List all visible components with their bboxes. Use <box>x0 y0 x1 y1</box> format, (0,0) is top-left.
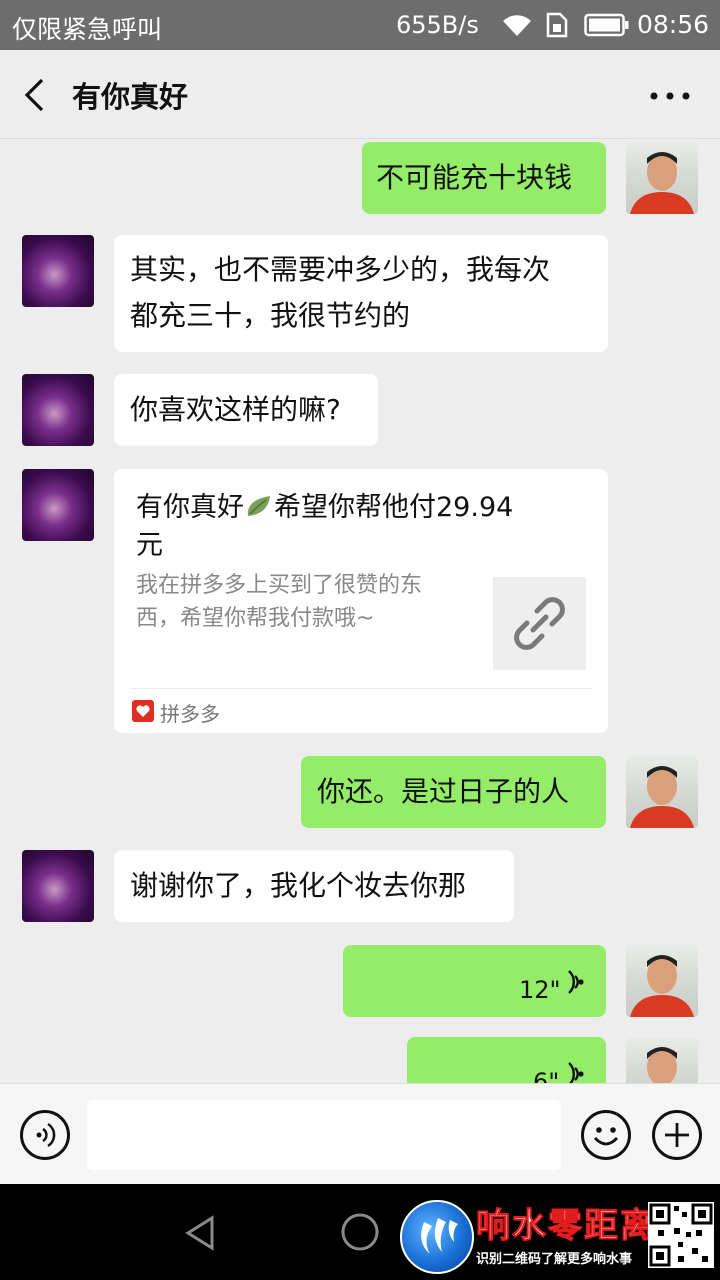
message-bubble-received[interactable]: 其实，也不需要冲多少的，我每次 都充三十，我很节约的 <box>114 235 608 352</box>
back-triangle-icon[interactable] <box>182 1214 218 1252</box>
plus-icon[interactable] <box>652 1110 702 1160</box>
message-bubble-received[interactable]: 谢谢你了，我化个妆去你那 <box>114 850 514 922</box>
wifi-icon <box>503 15 531 37</box>
card-divider <box>130 688 592 689</box>
contact-avatar[interactable] <box>22 374 94 446</box>
watermark-title: 响水零距离 <box>476 1206 656 1247</box>
contact-avatar[interactable] <box>22 850 94 922</box>
chat-header: 有你真好 <box>0 50 720 139</box>
message-bubble-sent[interactable]: 不可能充十块钱 <box>362 142 606 214</box>
sim-icon <box>546 12 568 38</box>
watermark-subtitle: 识别二维码了解更多响水事 <box>476 1252 633 1267</box>
message-text: 你喜欢这样的嘛? <box>130 393 341 426</box>
home-circle-icon[interactable] <box>340 1212 380 1252</box>
card-thumbnail <box>493 577 586 670</box>
watermark-logo <box>400 1200 474 1274</box>
voice-wave-icon <box>568 970 584 994</box>
link-icon <box>514 597 565 650</box>
my-avatar[interactable] <box>626 756 698 828</box>
payment-request-card[interactable]: 有你真好 希望你帮他付29.94 元 我在拼多多上买到了很赞的东 西，希望你帮我付… <box>114 469 608 733</box>
message-text-line: 其实，也不需要冲多少的，我每次 <box>130 253 551 286</box>
card-title: 有你真好 希望你帮他付29.94 元 <box>136 492 514 561</box>
message-input[interactable] <box>87 1100 561 1170</box>
message-text: 不可能充十块钱 <box>376 161 573 194</box>
pinduoduo-logo-icon <box>132 700 154 722</box>
leaf-emoji-icon <box>247 496 270 516</box>
voice-duration: 12" <box>519 976 561 1004</box>
watermark-qr-code <box>648 1202 714 1268</box>
my-avatar[interactable] <box>626 142 698 214</box>
more-dots-icon[interactable] <box>648 90 692 102</box>
contact-avatar[interactable] <box>22 235 94 307</box>
message-list[interactable]: 不可能充十块钱 其实，也不需要冲多少的，我每次 都充三十，我很节约的 你喜欢这样… <box>0 139 720 1083</box>
message-text-line: 都充三十，我很节约的 <box>130 299 411 332</box>
message-bubble-received[interactable]: 你喜欢这样的嘛? <box>114 374 378 446</box>
emoji-icon[interactable] <box>581 1110 631 1160</box>
back-chevron-icon[interactable] <box>18 78 52 112</box>
chat-title: 有你真好 <box>72 80 189 114</box>
card-description: 我在拼多多上买到了很赞的东 西，希望你帮我付款哦~ <box>136 573 423 631</box>
network-speed: 655B/s <box>396 11 479 39</box>
my-avatar[interactable] <box>626 945 698 1017</box>
battery-icon <box>584 13 629 37</box>
voice-mode-icon[interactable] <box>20 1110 70 1160</box>
card-source: 拼多多 <box>160 702 220 726</box>
carrier-label: 仅限紧急呼叫 <box>12 15 163 44</box>
contact-avatar[interactable] <box>22 469 94 541</box>
voice-message-bubble[interactable]: 6" <box>407 1037 606 1083</box>
message-text: 你还。是过日子的人 <box>317 775 570 808</box>
message-bubble-sent[interactable]: 你还。是过日子的人 <box>301 756 606 828</box>
clock: 08:56 <box>637 10 710 39</box>
input-bar <box>0 1083 720 1185</box>
voice-message-bubble[interactable]: 12" <box>343 945 606 1017</box>
status-bar: 仅限紧急呼叫 655B/s 08:56 <box>0 0 720 50</box>
voice-wave-icon <box>568 1062 584 1083</box>
my-avatar[interactable] <box>626 1037 698 1083</box>
voice-duration: 6" <box>533 1068 560 1083</box>
message-text: 谢谢你了，我化个妆去你那 <box>130 869 467 902</box>
